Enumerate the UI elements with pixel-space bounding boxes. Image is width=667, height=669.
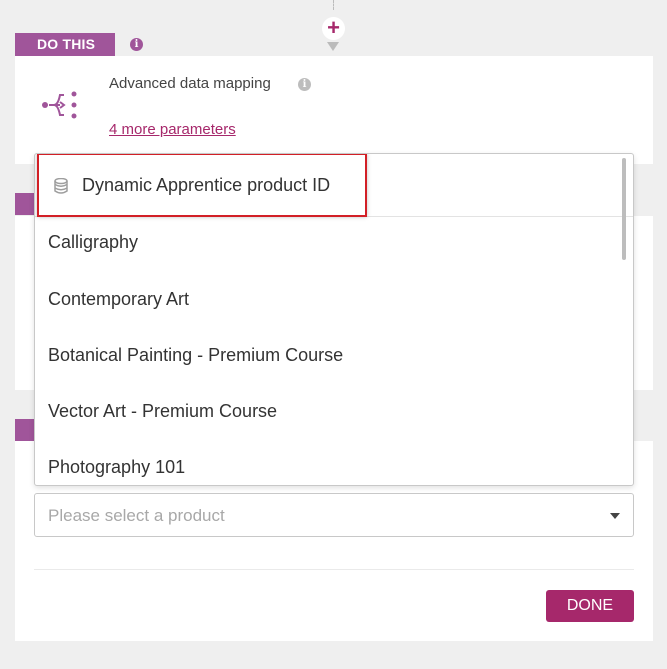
module-info-icon[interactable]: i (298, 78, 311, 91)
section-tab (15, 193, 35, 215)
list-item[interactable]: Vector Art - Premium Course (48, 401, 277, 422)
select-placeholder: Please select a product (48, 506, 225, 525)
list-item[interactable]: Calligraphy (48, 232, 138, 253)
section-tab (15, 419, 35, 441)
chevron-down-icon (610, 513, 620, 519)
arrow-down-icon (327, 42, 339, 51)
list-item[interactable]: Photography 101 (48, 457, 185, 478)
flow-split-icon (42, 91, 77, 119)
add-step-button[interactable]: + (322, 17, 345, 40)
divider (34, 569, 634, 570)
list-item[interactable]: Contemporary Art (48, 289, 189, 310)
highlight-box (37, 154, 367, 217)
more-parameters-link[interactable]: 4 more parameters (109, 121, 236, 138)
scrollbar[interactable] (622, 158, 626, 260)
module-title: Advanced data mapping (109, 75, 271, 92)
list-item[interactable]: Botanical Painting - Premium Course (48, 345, 343, 366)
do-this-tag: DO THIS (15, 33, 115, 56)
done-button[interactable]: DONE (546, 590, 634, 622)
info-icon[interactable]: i (130, 38, 143, 51)
connector-line (333, 0, 335, 10)
module-card (15, 56, 653, 164)
product-select[interactable]: Please select a product (34, 493, 634, 537)
product-dropdown[interactable]: Dynamic Apprentice product ID Calligraph… (34, 153, 634, 486)
